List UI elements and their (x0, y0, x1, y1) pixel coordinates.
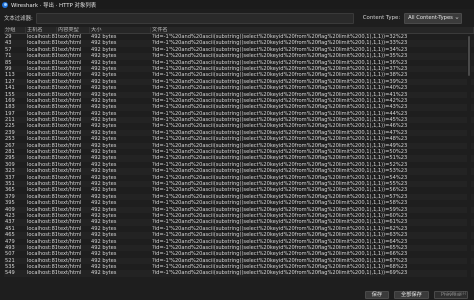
content-type-selected: All Content-Types (408, 15, 453, 21)
button-bar: 保存 全部保存 Preview (0, 289, 474, 300)
column-header-size[interactable]: 大小 (90, 27, 151, 33)
column-header-content-type[interactable]: 内容类型 (57, 27, 90, 33)
window-title: Wireshark · 导出 · HTTP 对象列表 (11, 2, 97, 9)
column-header-packet[interactable]: 分组 (4, 27, 26, 33)
watermark: CSDN @H (443, 292, 466, 297)
chevron-down-icon (455, 17, 459, 19)
http-objects-table: 分组 主机名 内容类型 大小 文件名 29 localhost:81 text/ht… (4, 27, 474, 290)
text-filter-input[interactable] (35, 12, 354, 24)
hostname-cell: localhost:81 (27, 270, 57, 277)
content-type-cell: text/html (58, 270, 82, 277)
packet-cell: 549 (5, 270, 15, 277)
wireshark-icon (2, 1, 8, 8)
scroll-thumb[interactable] (468, 36, 470, 76)
save-all-button[interactable]: 全部保存 (394, 290, 429, 299)
size-cell: 492 bytes (91, 270, 117, 277)
filename-cell: ?id=-1'%20and%20ascii(substring((select%… (152, 270, 408, 277)
content-type-label: Content Type: (362, 15, 401, 21)
filter-bar: 文本过滤器: Content Type: All Content-Types (0, 11, 474, 25)
title-bar: Wireshark · 导出 · HTTP 对象列表 (0, 0, 474, 9)
text-filter-label: 文本过滤器: (4, 16, 33, 22)
table-header: 分组 主机名 内容类型 大小 文件名 (4, 27, 474, 34)
content-type-select[interactable]: All Content-Types (404, 12, 463, 24)
save-button[interactable]: 保存 (364, 290, 390, 299)
column-header-hostname[interactable]: 主机名 (26, 27, 57, 33)
table-body: 29 localhost:81 text/html 492 bytes ?id=-1'%… (4, 34, 474, 277)
table-row[interactable]: 549 localhost:81 text/html 492 bytes ?id=-1'… (4, 270, 474, 277)
vertical-scrollbar[interactable] (467, 34, 471, 286)
column-header-filename[interactable]: 文件名 (151, 27, 474, 33)
